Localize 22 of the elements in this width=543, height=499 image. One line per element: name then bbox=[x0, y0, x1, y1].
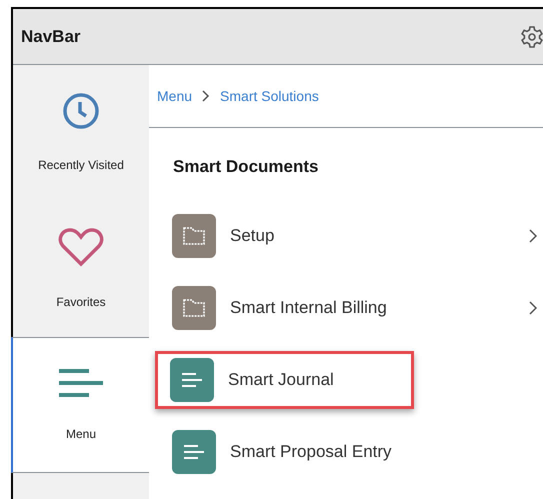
document-icon bbox=[170, 358, 214, 402]
menu-item[interactable]: Setup bbox=[157, 206, 543, 264]
sidebar-item[interactable]: Menu bbox=[11, 337, 149, 473]
menu-item[interactable]: Smart Proposal Entry bbox=[157, 422, 543, 480]
folder-icon bbox=[172, 214, 216, 258]
menu-item[interactable]: Smart Journal bbox=[155, 350, 414, 408]
settings-icon[interactable] bbox=[521, 24, 543, 48]
sidebar-item[interactable]: Recently Visited bbox=[13, 65, 149, 201]
menu-icon bbox=[59, 367, 103, 399]
chevron-right-icon bbox=[202, 90, 210, 102]
heart-icon bbox=[58, 227, 104, 267]
breadcrumb-link[interactable]: Smart Solutions bbox=[220, 86, 319, 106]
folder-icon bbox=[172, 286, 216, 330]
breadcrumb-link[interactable]: Menu bbox=[157, 86, 192, 106]
chevron-right-icon bbox=[529, 228, 537, 242]
header-title: NavBar bbox=[21, 26, 81, 48]
sidebar-item[interactable]: Favorites bbox=[13, 201, 149, 337]
menu-item[interactable]: Smart Internal Billing bbox=[157, 278, 543, 336]
clock-icon bbox=[62, 92, 100, 130]
chevron-right-icon bbox=[529, 300, 537, 314]
section-heading: Smart Documents bbox=[172, 156, 320, 178]
document-icon bbox=[172, 430, 216, 474]
